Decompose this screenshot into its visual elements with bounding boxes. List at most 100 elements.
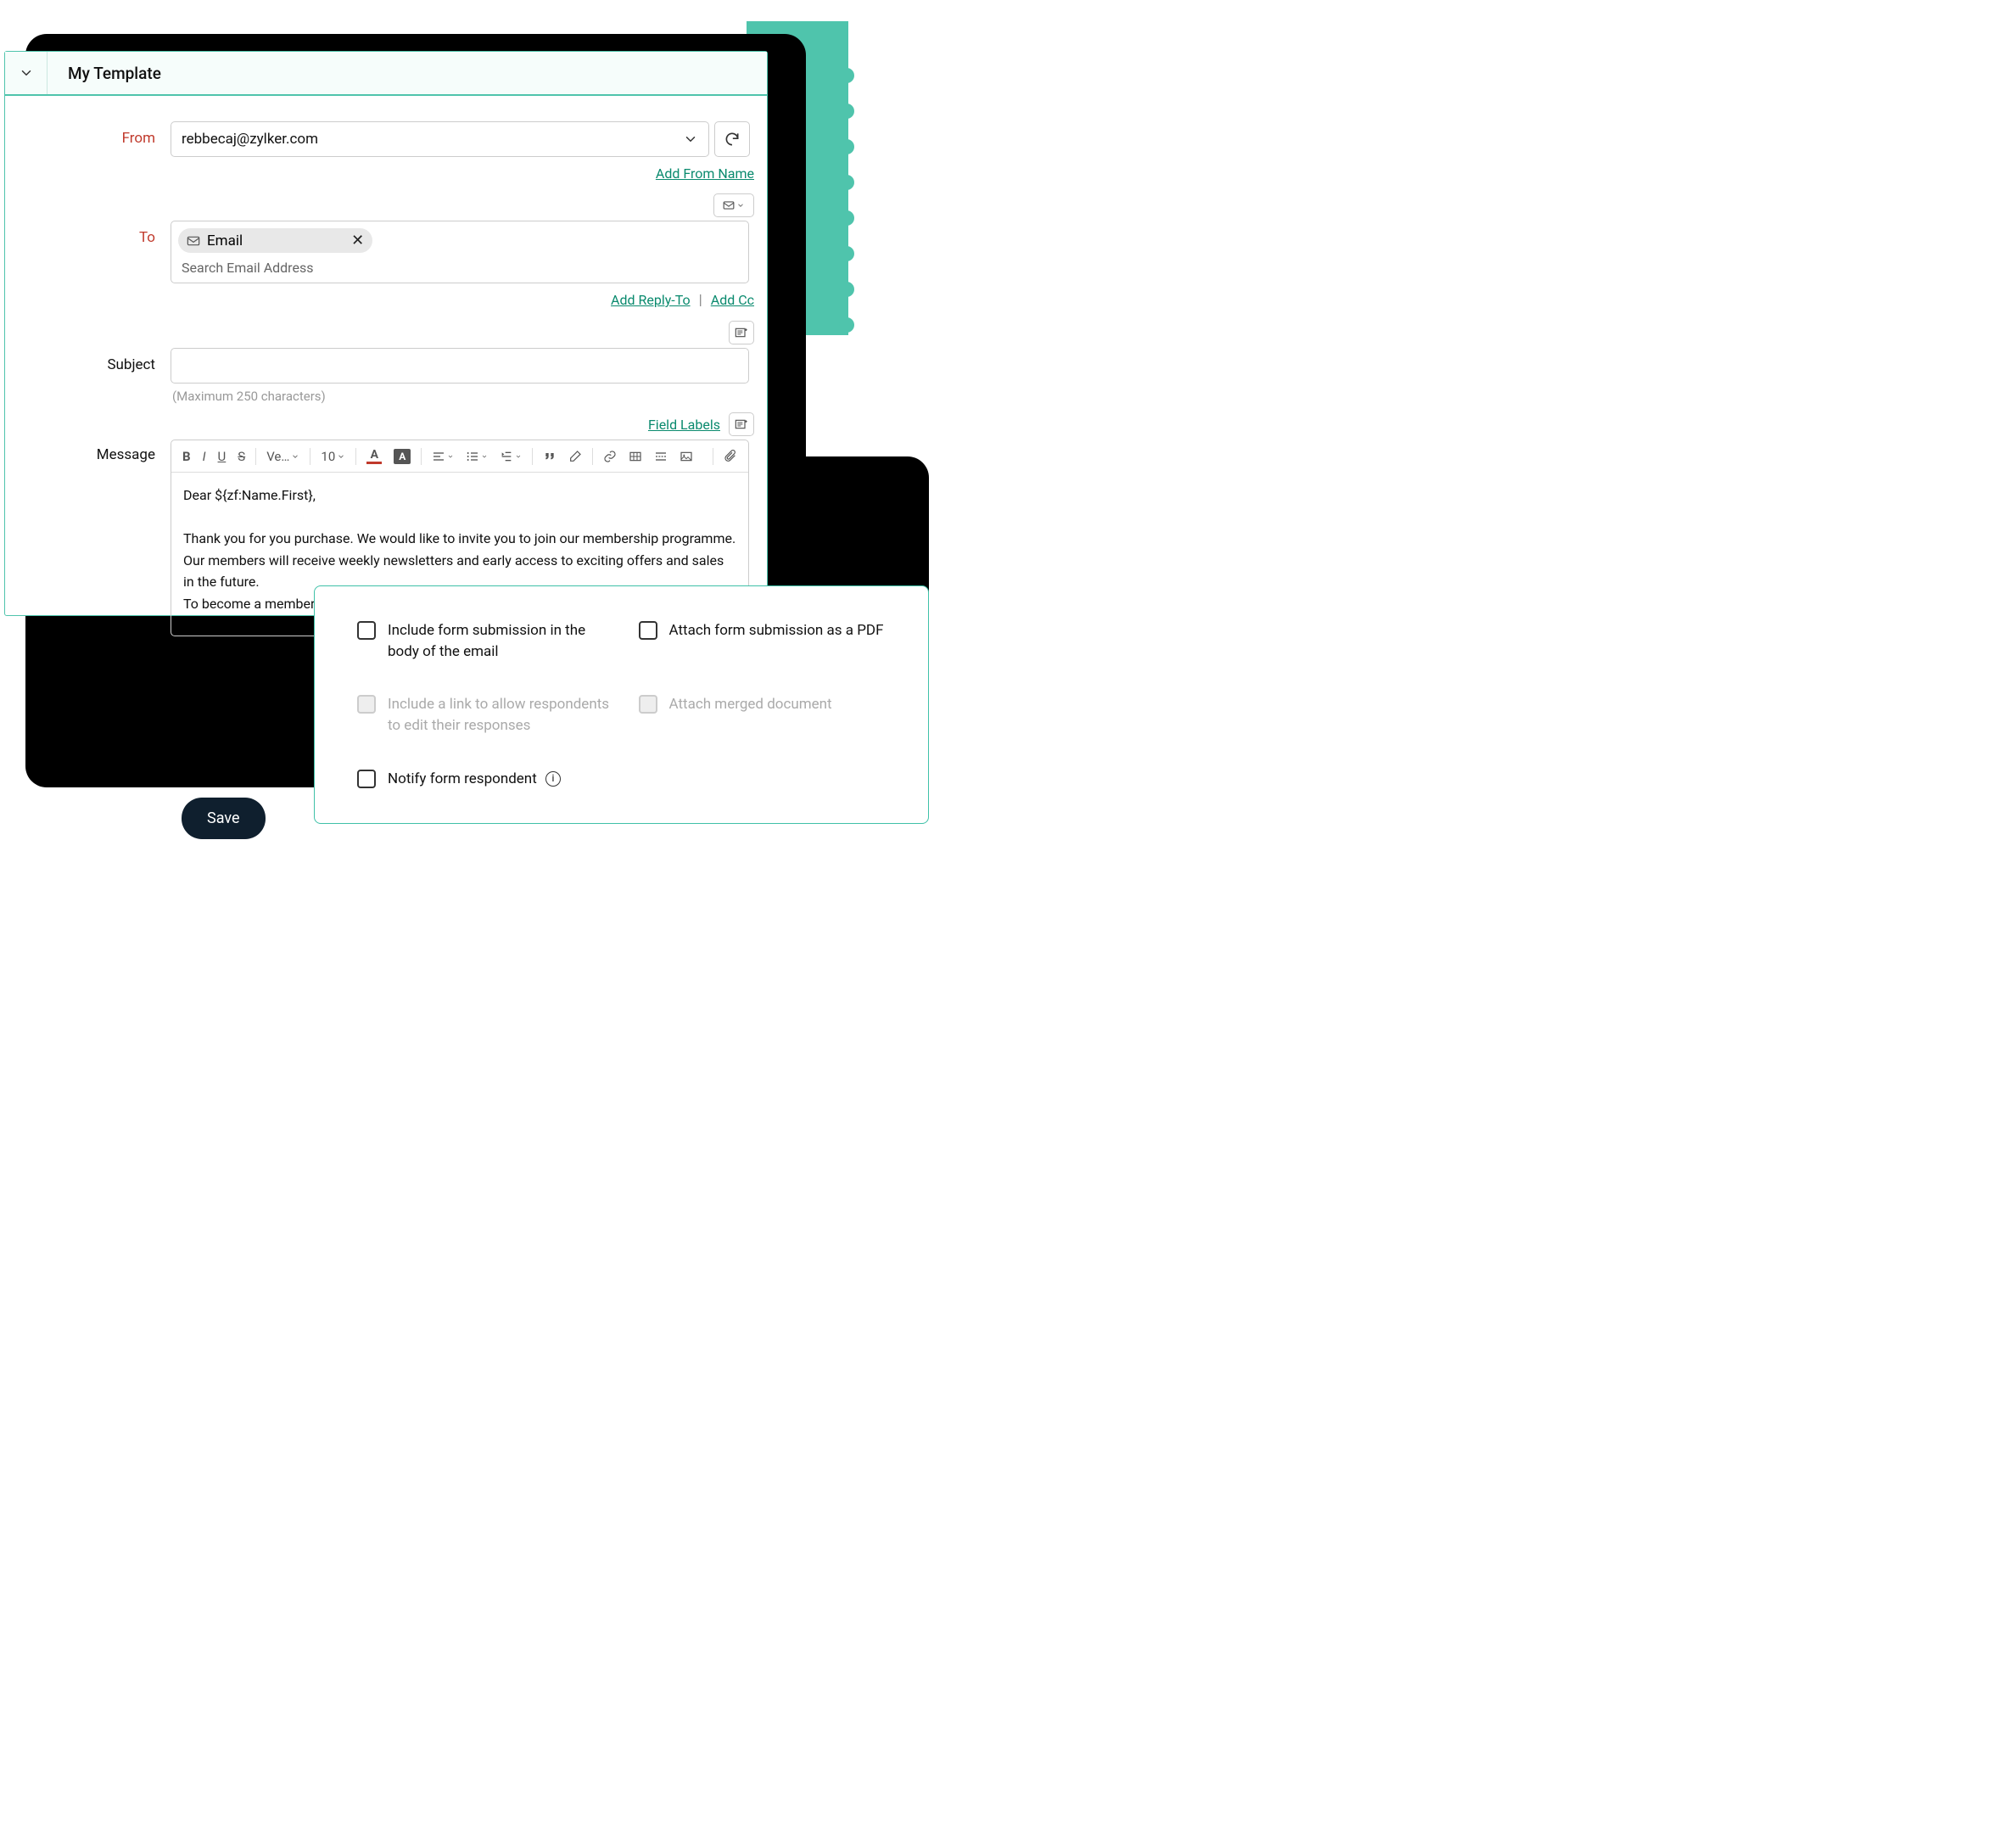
table-icon bbox=[629, 451, 642, 462]
chip-remove-button[interactable]: ✕ bbox=[351, 232, 364, 249]
quote-icon bbox=[543, 451, 557, 462]
chevron-down-icon bbox=[481, 453, 488, 460]
subject-row: Subject (Maximum 250 characters) bbox=[5, 348, 767, 404]
align-icon bbox=[432, 451, 445, 462]
list-button[interactable] bbox=[461, 448, 492, 465]
insert-field-icon bbox=[735, 418, 748, 430]
underline-button[interactable]: U bbox=[214, 446, 231, 467]
email-chip: Email ✕ bbox=[178, 228, 372, 253]
panel-title: My Template bbox=[48, 64, 161, 83]
decorative-bump bbox=[839, 175, 854, 190]
insert-field-button[interactable] bbox=[729, 321, 754, 344]
strikethrough-button[interactable]: S bbox=[233, 446, 249, 467]
hr-button[interactable] bbox=[650, 447, 672, 466]
add-from-name-link[interactable]: Add From Name bbox=[656, 165, 754, 182]
insert-field-button[interactable] bbox=[729, 412, 754, 436]
include-submission-checkbox[interactable] bbox=[357, 621, 376, 640]
decorative-bump bbox=[839, 282, 854, 297]
save-button[interactable]: Save bbox=[182, 798, 266, 839]
chevron-down-icon bbox=[19, 65, 34, 81]
to-type-button[interactable] bbox=[713, 193, 754, 217]
paperclip-icon bbox=[724, 449, 737, 464]
table-button[interactable] bbox=[624, 448, 646, 465]
image-icon bbox=[680, 451, 693, 462]
email-template-panel: My Template From rebbecaj@zylker.com Add… bbox=[4, 51, 768, 616]
include-edit-link-label: Include a link to allow respondents to e… bbox=[388, 694, 613, 736]
envelope-icon bbox=[187, 235, 200, 247]
notify-respondent-label: Notify form respondent i bbox=[388, 769, 561, 790]
include-submission-option: Include form submission in the body of t… bbox=[357, 620, 613, 662]
attach-pdf-checkbox[interactable] bbox=[639, 621, 657, 640]
bg-color-button[interactable]: A bbox=[389, 446, 415, 467]
image-button[interactable] bbox=[675, 448, 697, 465]
add-reply-to-link[interactable]: Add Reply-To bbox=[611, 292, 691, 309]
separator bbox=[532, 448, 533, 465]
to-input-box[interactable]: Email ✕ Search Email Address bbox=[171, 221, 749, 283]
align-button[interactable] bbox=[428, 448, 458, 465]
decorative-bump bbox=[839, 68, 854, 83]
include-submission-label: Include form submission in the body of t… bbox=[388, 620, 613, 662]
attach-pdf-option: Attach form submission as a PDF bbox=[639, 620, 895, 662]
chip-label: Email bbox=[207, 232, 243, 249]
to-links: Add Reply-To | Add Cc bbox=[5, 292, 767, 309]
attach-pdf-label: Attach form submission as a PDF bbox=[669, 620, 884, 641]
subject-insert-row bbox=[5, 321, 767, 344]
font-size-select[interactable]: 10 bbox=[316, 446, 350, 467]
message-line2: Thank you for you purchase. We would lik… bbox=[183, 528, 736, 593]
bold-button[interactable]: B bbox=[178, 446, 195, 467]
separator bbox=[355, 448, 356, 465]
divider: | bbox=[699, 292, 702, 309]
from-select[interactable]: rebbecaj@zylker.com bbox=[171, 121, 709, 157]
to-label: To bbox=[5, 221, 171, 283]
attach-merged-option: Attach merged document bbox=[639, 694, 895, 736]
info-icon[interactable]: i bbox=[545, 771, 561, 787]
link-button[interactable] bbox=[599, 447, 621, 466]
add-cc-link[interactable]: Add Cc bbox=[711, 292, 754, 309]
options-row-1: Include form submission in the body of t… bbox=[357, 620, 894, 662]
panel-body: From rebbecaj@zylker.com Add From Name bbox=[5, 96, 767, 636]
decorative-bump bbox=[839, 104, 854, 119]
subject-label: Subject bbox=[5, 348, 171, 404]
field-labels-link[interactable]: Field Labels bbox=[648, 417, 720, 433]
to-search-placeholder: Search Email Address bbox=[178, 260, 741, 276]
refresh-button[interactable] bbox=[714, 121, 750, 157]
decorative-bump bbox=[839, 246, 854, 261]
link-icon bbox=[603, 450, 617, 463]
eraser-icon bbox=[568, 450, 582, 463]
separator bbox=[255, 448, 256, 465]
separator bbox=[592, 448, 593, 465]
subject-input[interactable] bbox=[171, 348, 749, 384]
email-options-panel: Include form submission in the body of t… bbox=[314, 585, 929, 824]
notify-respondent-checkbox[interactable] bbox=[357, 770, 376, 788]
from-label: From bbox=[5, 121, 171, 157]
refresh-icon bbox=[724, 131, 741, 148]
chevron-down-icon bbox=[515, 453, 522, 460]
hr-icon bbox=[654, 450, 668, 463]
decorative-bump bbox=[839, 317, 854, 333]
separator bbox=[421, 448, 422, 465]
envelope-icon bbox=[723, 200, 735, 210]
chevron-down-icon bbox=[337, 452, 345, 461]
subject-helper: (Maximum 250 characters) bbox=[172, 389, 754, 404]
from-value: rebbecaj@zylker.com bbox=[182, 131, 683, 148]
from-row: From rebbecaj@zylker.com bbox=[5, 121, 767, 157]
chevron-down-icon bbox=[736, 201, 745, 210]
list-icon bbox=[466, 451, 479, 462]
indent-button[interactable] bbox=[495, 447, 526, 466]
attach-merged-label: Attach merged document bbox=[669, 694, 832, 715]
decorative-bump bbox=[839, 210, 854, 226]
include-edit-link-option: Include a link to allow respondents to e… bbox=[357, 694, 613, 736]
italic-button[interactable]: I bbox=[199, 446, 210, 467]
options-row-3: Notify form respondent i bbox=[357, 769, 894, 790]
editor-toolbar: B I U S Ve… 10 A A bbox=[171, 440, 748, 473]
indent-icon bbox=[500, 450, 513, 463]
font-family-select[interactable]: Ve… bbox=[262, 446, 304, 467]
attach-merged-checkbox bbox=[639, 695, 657, 714]
clear-format-button[interactable] bbox=[564, 447, 586, 466]
font-color-button[interactable]: A bbox=[362, 445, 386, 467]
quote-button[interactable] bbox=[539, 448, 561, 465]
attachment-button[interactable] bbox=[719, 446, 741, 467]
collapse-button[interactable] bbox=[5, 52, 48, 94]
chevron-down-icon bbox=[291, 452, 299, 461]
message-label: Message bbox=[5, 440, 171, 636]
